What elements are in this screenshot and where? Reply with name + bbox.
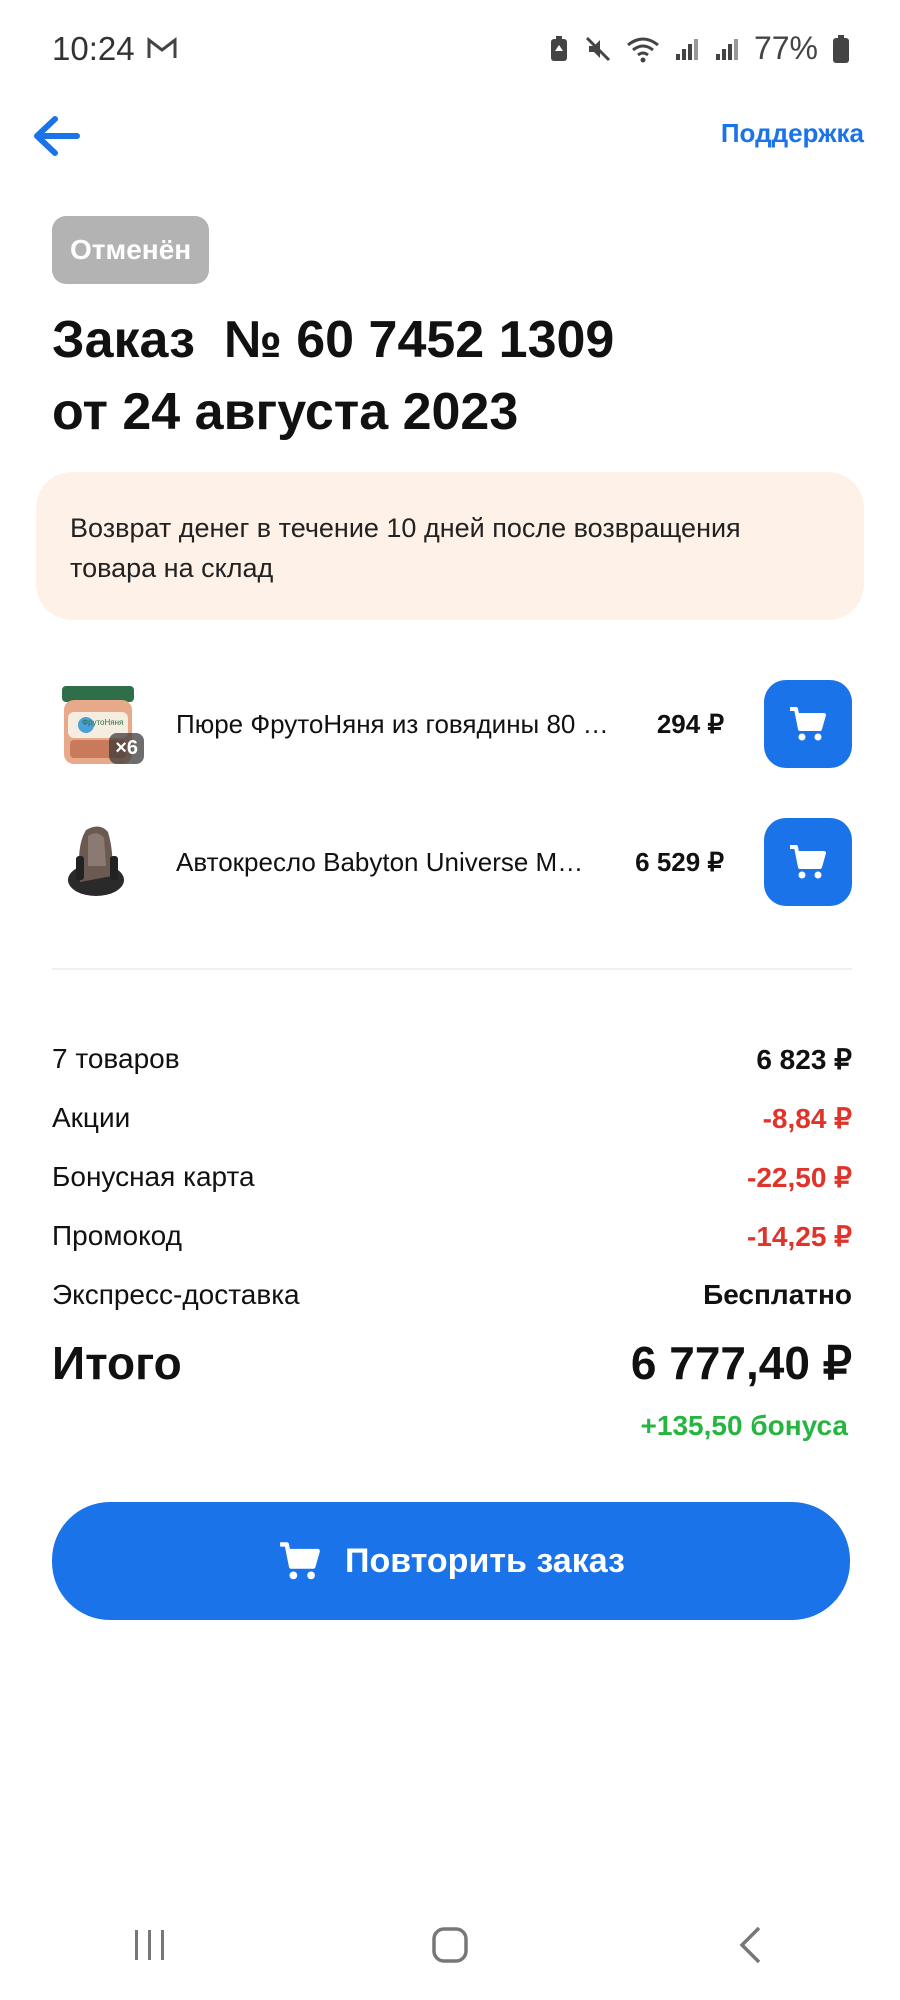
- summary-row-bonus-card: Бонусная карта -22,50 ₽: [52, 1152, 852, 1202]
- refund-info-banner: Возврат денег в течение 10 дней после во…: [36, 472, 864, 620]
- product-brand: ФрутоНяня: [82, 718, 124, 727]
- cart-icon: [790, 707, 826, 741]
- summary-label: Акции: [52, 1102, 131, 1133]
- battery-icon: [832, 34, 850, 64]
- gmail-icon: [147, 30, 177, 68]
- summary-label: Бонусная карта: [52, 1161, 255, 1192]
- summary-value: -22,50 ₽: [747, 1161, 852, 1193]
- support-link[interactable]: Поддержка: [721, 118, 864, 149]
- summary-row-items: 7 товаров 6 823 ₽: [52, 1034, 852, 1084]
- battery-saver-icon: [548, 35, 570, 63]
- status-bar-right: 77%: [548, 30, 850, 67]
- system-back-button[interactable]: [710, 1905, 790, 1985]
- home-button[interactable]: [410, 1905, 490, 1985]
- product-image: [52, 816, 144, 908]
- summary-value: Бесплатно: [703, 1279, 852, 1310]
- total-value: 6 777,40 ₽: [630, 1337, 852, 1389]
- battery-percent: 77%: [753, 30, 818, 66]
- recent-apps-icon: [135, 1930, 164, 1960]
- wifi-icon: [626, 35, 660, 63]
- bonus-earned: +135,50 бонуса: [640, 1410, 848, 1441]
- system-nav-bar: [0, 1890, 900, 2000]
- page-title: Заказ № 60 7452 1309 от 24 августа 2023: [52, 304, 614, 448]
- add-to-cart-button[interactable]: [764, 680, 852, 768]
- home-icon: [432, 1927, 468, 1963]
- recent-apps-button[interactable]: [110, 1905, 190, 1985]
- summary-row-promocode: Промокод -14,25 ₽: [52, 1211, 852, 1261]
- signal-icon-2: [714, 36, 740, 62]
- repeat-order-button[interactable]: Повторить заказ: [52, 1502, 850, 1620]
- cart-icon: [280, 1542, 320, 1580]
- chevron-left-icon: [739, 1926, 761, 1964]
- summary-label: Экспресс-доставка: [52, 1279, 300, 1310]
- mute-icon: [584, 35, 612, 63]
- quantity-badge: ×6: [109, 733, 144, 764]
- divider: [52, 968, 852, 970]
- status-badge: Отменён: [52, 216, 210, 284]
- back-button[interactable]: [28, 108, 84, 164]
- product-price: 6 529 ₽: [635, 846, 724, 877]
- summary-value: -8,84 ₽: [762, 1102, 852, 1134]
- summary-row-promotions: Акции -8,84 ₽: [52, 1093, 852, 1143]
- product-row[interactable]: Автокресло Babyton Universe M… 6 529 ₽: [52, 812, 852, 912]
- product-image: ФрутоНяня ×6: [52, 678, 144, 770]
- add-to-cart-button[interactable]: [764, 818, 852, 906]
- order-date: от 24 августа 2023: [52, 383, 519, 441]
- product-name[interactable]: Автокресло Babyton Universe M…: [176, 847, 616, 878]
- product-row[interactable]: ФрутоНяня ×6 Пюре ФрутоНяня из говядины …: [52, 674, 852, 774]
- total-label: Итого: [52, 1337, 182, 1389]
- summary-row-delivery: Экспресс-доставка Бесплатно: [52, 1270, 852, 1320]
- repeat-order-label: Повторить заказ: [345, 1541, 625, 1580]
- summary-label: Промокод: [52, 1220, 182, 1251]
- product-name[interactable]: Пюре ФрутоНяня из говядины 80 …: [176, 709, 616, 740]
- status-time: 10:24: [52, 30, 135, 67]
- signal-icon: [674, 36, 700, 62]
- summary-value: -14,25 ₽: [747, 1220, 852, 1252]
- order-number: Заказ № 60 7452 1309: [52, 311, 615, 369]
- summary-value: 6 823 ₽: [756, 1043, 852, 1075]
- product-price: 294 ₽: [656, 708, 724, 739]
- summary-total: Итого 6 777,40 ₽: [52, 1336, 852, 1390]
- summary-label: 7 товаров: [52, 1043, 180, 1074]
- back-arrow-icon: [34, 116, 80, 156]
- cart-icon: [790, 845, 826, 879]
- refund-info-text: Возврат денег в течение 10 дней после во…: [70, 513, 741, 583]
- status-bar-left: 10:24: [52, 30, 177, 68]
